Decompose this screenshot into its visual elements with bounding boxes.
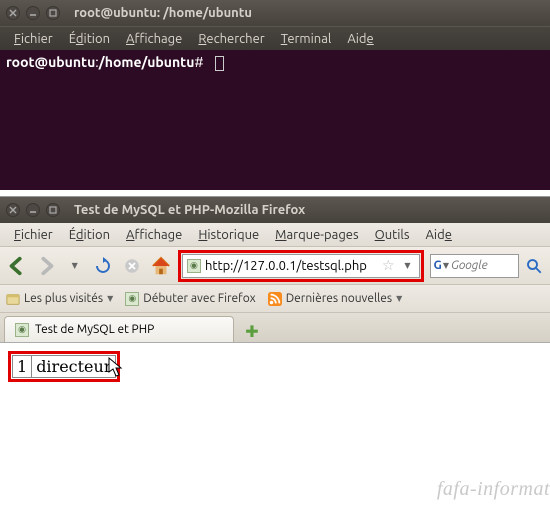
firefox-menubar: Fichier Édition Affichage Historique Mar… [0, 223, 550, 247]
result-highlight-box: 1 directeur [8, 351, 120, 382]
menu-rechercher[interactable]: Rechercher [192, 30, 270, 48]
reload-button[interactable] [92, 252, 115, 280]
menu-aide[interactable]: Aide [419, 226, 457, 244]
maximize-window-button[interactable] [46, 6, 60, 20]
firefox-title: Test de MySQL et PHP-Mozilla Firefox [74, 203, 305, 217]
plus-icon: ✚ [245, 322, 258, 341]
watermark: fafa-informat [437, 478, 550, 501]
menu-affichage[interactable]: Affichage [120, 30, 188, 48]
tab-active[interactable]: ◉ Test de MySQL et PHP [4, 316, 234, 342]
menu-historique[interactable]: Historique [192, 226, 265, 244]
url-bar[interactable]: ◉ ☆ ▼ [182, 254, 420, 278]
site-favicon-icon: ◉ [187, 259, 201, 273]
terminal-window: root@ubuntu: /home/ubuntu Fichier Éditio… [0, 0, 550, 190]
terminal-titlebar: root@ubuntu: /home/ubuntu [0, 0, 550, 26]
search-engine-selector[interactable]: G▼ [434, 259, 449, 272]
terminal-title: root@ubuntu: /home/ubuntu [74, 6, 252, 20]
menu-edition[interactable]: Édition [63, 30, 116, 48]
menu-marque-pages[interactable]: Marque-pages [269, 226, 364, 244]
bookmark-getting-started[interactable]: ◉ Débuter avec Firefox [125, 292, 255, 306]
bookmark-most-visited[interactable]: Les plus visités ▼ [6, 292, 113, 306]
cell-id: 1 [13, 356, 32, 378]
firefox-toolbar: ▼ ◉ ☆ ▼ G▼ [0, 247, 550, 285]
minimize-window-button[interactable] [26, 6, 40, 20]
new-tab-button[interactable]: ✚ [240, 320, 264, 342]
prompt-path: /home/ubuntu [99, 54, 195, 70]
bookmarks-toolbar: Les plus visités ▼ ◉ Débuter avec Firefo… [0, 285, 550, 313]
menu-outils[interactable]: Outils [369, 226, 416, 244]
firefox-titlebar: Test de MySQL et PHP-Mozilla Firefox [0, 197, 550, 223]
stop-button[interactable] [121, 252, 144, 280]
page-favicon-icon: ◉ [125, 292, 139, 306]
url-highlight-box: ◉ ☆ ▼ [178, 250, 424, 282]
mouse-cursor-icon [108, 357, 126, 379]
search-input[interactable] [451, 259, 515, 272]
prompt-user: root@ubuntu [6, 54, 95, 70]
menu-edition[interactable]: Édition [63, 226, 116, 244]
menu-fichier[interactable]: Fichier [8, 226, 59, 244]
result-table: 1 directeur [12, 355, 116, 378]
bookmark-star-icon[interactable]: ☆ [380, 257, 397, 274]
forward-button[interactable] [35, 252, 58, 280]
back-button[interactable] [6, 252, 29, 280]
menu-aide[interactable]: Aide [341, 30, 379, 48]
tab-bar: ◉ Test de MySQL et PHP ✚ [0, 313, 550, 343]
close-window-button[interactable] [6, 203, 20, 217]
minimize-window-button[interactable] [26, 203, 40, 217]
close-window-button[interactable] [6, 6, 20, 20]
cell-value: directeur [32, 356, 116, 378]
bookmark-latest-news[interactable]: Dernières nouvelles ▼ [268, 292, 403, 306]
nav-dropdown[interactable]: ▼ [63, 252, 86, 280]
tab-favicon-icon: ◉ [15, 323, 29, 337]
url-input[interactable] [205, 259, 376, 273]
terminal-body[interactable]: root@ubuntu:/home/ubuntu# [0, 50, 550, 75]
url-dropdown[interactable]: ▼ [401, 261, 415, 270]
tab-label: Test de MySQL et PHP [35, 323, 154, 336]
maximize-window-button[interactable] [46, 203, 60, 217]
firefox-window: Test de MySQL et PHP-Mozilla Firefox Fic… [0, 196, 550, 504]
terminal-menubar: Fichier Édition Affichage Rechercher Ter… [0, 26, 550, 50]
terminal-cursor [215, 56, 224, 71]
home-button[interactable] [149, 252, 172, 280]
menu-fichier[interactable]: Fichier [8, 30, 59, 48]
menu-terminal[interactable]: Terminal [275, 30, 338, 48]
search-bar[interactable]: G▼ [430, 254, 519, 278]
search-go-button[interactable] [525, 254, 544, 278]
menu-affichage[interactable]: Affichage [120, 226, 188, 244]
table-row: 1 directeur [13, 356, 116, 378]
